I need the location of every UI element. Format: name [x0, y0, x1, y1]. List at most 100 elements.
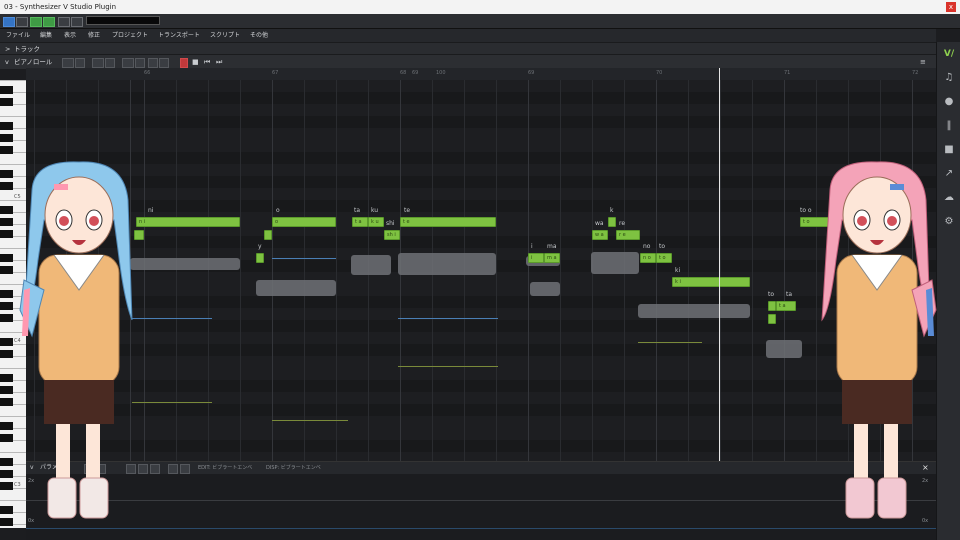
note[interactable]: i	[528, 253, 544, 263]
library-icon[interactable]: ‖	[942, 119, 956, 133]
note-lyric: to	[768, 291, 775, 298]
pianoroll-grid[interactable]: n i ni o o y t a ta k u ku sh i shi t e …	[26, 80, 936, 461]
microphone-icon[interactable]: ●	[942, 95, 956, 109]
note[interactable]	[608, 217, 616, 227]
grid-line	[336, 80, 337, 461]
black-key[interactable]	[0, 374, 13, 382]
host-button-1[interactable]	[16, 17, 28, 27]
logo-icon[interactable]: V/	[942, 47, 956, 61]
snap-button[interactable]	[122, 58, 134, 68]
menu-transport[interactable]: トランスポート	[158, 29, 200, 42]
panel-icon[interactable]: ■	[942, 143, 956, 157]
power-button[interactable]	[3, 17, 15, 27]
param-tool-button[interactable]	[150, 464, 160, 474]
host-button-green-2[interactable]	[43, 17, 55, 27]
black-key[interactable]	[0, 254, 13, 262]
timeline-ruler[interactable]: 66 67 68 69 100 69 70 71 72	[26, 68, 936, 80]
black-key[interactable]	[0, 338, 13, 346]
black-key[interactable]	[0, 206, 13, 214]
stop-icon[interactable]: ■	[192, 58, 200, 66]
host-preset-input[interactable]	[86, 16, 160, 25]
note[interactable]: t a	[352, 217, 368, 227]
black-key[interactable]	[0, 218, 13, 226]
note[interactable]: sh i	[384, 230, 400, 240]
note-lyric: no	[643, 243, 651, 250]
menu-file[interactable]: ファイル	[6, 29, 30, 42]
black-key[interactable]	[0, 434, 13, 442]
note[interactable]: m a	[544, 253, 560, 263]
black-key[interactable]	[0, 350, 13, 358]
param-tool-button[interactable]	[168, 464, 178, 474]
edit-param-label[interactable]: EDIT: ビブラートエンベ	[198, 462, 252, 474]
menu-view[interactable]: 表示	[64, 29, 76, 42]
note[interactable]: n o	[640, 253, 656, 263]
black-key[interactable]	[0, 458, 13, 466]
grid-button[interactable]	[135, 58, 145, 68]
note-icon[interactable]: ♫	[942, 71, 956, 85]
pause-button[interactable]	[180, 58, 188, 68]
note[interactable]: t o	[656, 253, 672, 263]
black-key[interactable]	[0, 482, 13, 490]
black-key[interactable]	[0, 302, 13, 310]
export-icon[interactable]: ↗	[942, 167, 956, 181]
menu-other[interactable]: その他	[250, 29, 268, 42]
note[interactable]: w a	[592, 230, 608, 240]
forward-icon[interactable]: ⏭	[216, 58, 224, 66]
black-key[interactable]	[0, 422, 13, 430]
note[interactable]: k u	[368, 217, 384, 227]
black-key[interactable]	[0, 386, 13, 394]
pianoroll-collapse-icon[interactable]: v	[5, 55, 9, 69]
param-tool-button[interactable]	[180, 464, 190, 474]
black-key[interactable]	[0, 506, 13, 514]
note-lyric: re	[619, 220, 626, 227]
note[interactable]: r e	[616, 230, 640, 240]
gear-icon[interactable]: ⚙	[942, 215, 956, 229]
disp-param-label[interactable]: DISP: ビブラートエンベ	[266, 462, 321, 474]
black-key[interactable]	[0, 290, 13, 298]
note[interactable]	[264, 230, 272, 240]
grid-line	[656, 80, 657, 461]
black-key[interactable]	[0, 98, 13, 106]
menu-script[interactable]: スクリプト	[210, 29, 240, 42]
menu-project[interactable]: プロジェクト	[112, 29, 148, 42]
note[interactable]	[256, 253, 264, 263]
host-button-3[interactable]	[71, 17, 83, 27]
quantize-button[interactable]	[148, 58, 158, 68]
black-key[interactable]	[0, 134, 13, 142]
menu-edit[interactable]: 編集	[40, 29, 52, 42]
host-button-green-1[interactable]	[30, 17, 42, 27]
close-button[interactable]: x	[946, 2, 956, 12]
note[interactable]: t a	[776, 301, 796, 311]
triplet-button[interactable]	[159, 58, 169, 68]
black-key[interactable]	[0, 314, 13, 322]
note[interactable]: k i	[672, 277, 750, 287]
playhead[interactable]	[719, 68, 720, 528]
black-key[interactable]	[0, 518, 13, 526]
pitch-line	[272, 420, 348, 421]
cloud-icon[interactable]: ☁	[942, 191, 956, 205]
black-key[interactable]	[0, 86, 13, 94]
curve-tool-button[interactable]	[105, 58, 115, 68]
menu-modify[interactable]: 修正	[88, 29, 100, 42]
grid-row	[26, 452, 936, 461]
line-tool-button[interactable]	[92, 58, 104, 68]
black-key[interactable]	[0, 146, 13, 154]
host-button-2[interactable]	[58, 17, 70, 27]
note[interactable]: o	[272, 217, 336, 227]
rewind-icon[interactable]: ⏮	[204, 58, 212, 66]
note[interactable]: n i	[136, 217, 240, 227]
black-key[interactable]	[0, 266, 13, 274]
menu-icon[interactable]: ≡	[920, 58, 930, 66]
note[interactable]: t e	[400, 217, 496, 227]
black-key[interactable]	[0, 230, 13, 238]
black-key[interactable]	[0, 182, 13, 190]
black-key[interactable]	[0, 122, 13, 130]
note[interactable]	[768, 301, 776, 311]
black-key[interactable]	[0, 170, 13, 178]
pen-tool-button[interactable]	[75, 58, 85, 68]
black-key[interactable]	[0, 398, 13, 406]
black-key[interactable]	[0, 470, 13, 478]
select-tool-button[interactable]	[62, 58, 74, 68]
note[interactable]	[768, 314, 776, 324]
grid-line	[240, 80, 241, 461]
